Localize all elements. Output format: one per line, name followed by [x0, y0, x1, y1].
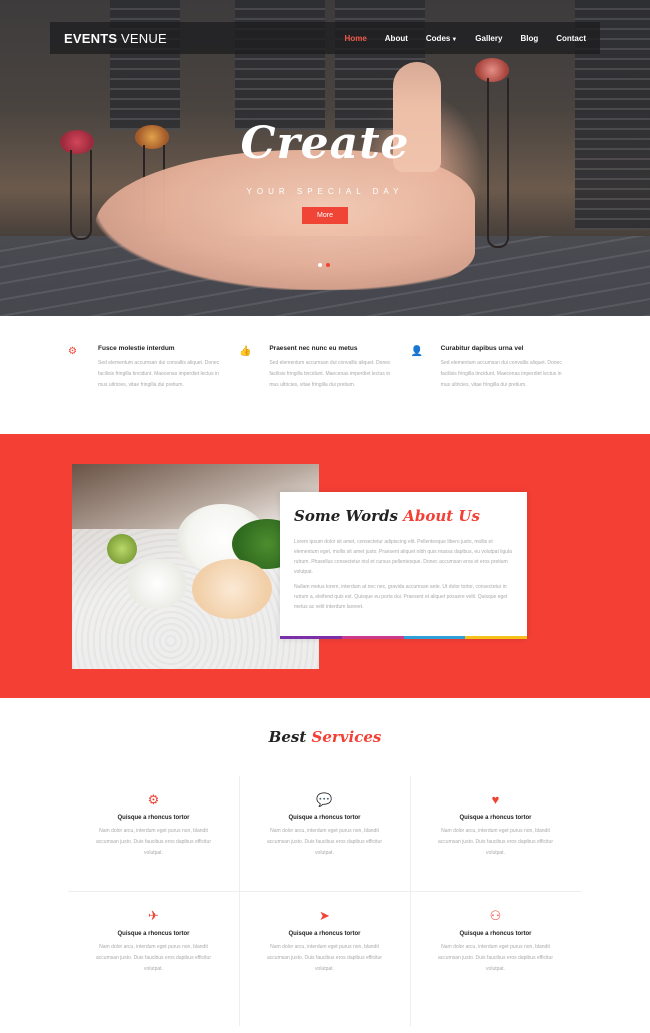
user-icon: 👤 — [410, 346, 424, 357]
service-text: Nam dolor arcu, interdum eget purus non,… — [96, 944, 211, 972]
slider-dot[interactable] — [318, 263, 322, 267]
service-title[interactable]: Quisque a rhoncus tortor — [239, 815, 410, 821]
service-text: Nam dolor arcu, interdum eget purus non,… — [438, 944, 553, 972]
caret-down-icon: ▼ — [451, 36, 458, 43]
plane-icon: ✈ — [148, 908, 159, 923]
comments-icon: 💬 — [316, 792, 333, 807]
service-text: Nam dolor arcu, interdum eget purus non,… — [96, 828, 211, 856]
feature-text: Sed elementum accumsan dui convallis ali… — [98, 360, 220, 388]
service-item: ⚇ Quisque a rhoncus tortor Nam dolor arc… — [410, 908, 581, 975]
service-item: 💬 Quisque a rhoncus tortor Nam dolor arc… — [239, 792, 410, 859]
heart-icon: ♥ — [491, 792, 500, 807]
service-title[interactable]: Quisque a rhoncus tortor — [68, 931, 239, 937]
binoculars-icon: ⚇ — [489, 908, 502, 923]
services-title: Best Services — [268, 728, 382, 746]
slider-dot-active[interactable] — [326, 263, 330, 267]
service-item: ✈ Quisque a rhoncus tortor Nam dolor arc… — [68, 908, 239, 975]
feature-title: Praesent nec nunc eu metus — [269, 345, 358, 352]
feature-title: Fusce molestie interdum — [98, 345, 175, 352]
service-title[interactable]: Quisque a rhoncus tortor — [410, 815, 581, 821]
gears-icon: ⚙ — [147, 792, 160, 807]
feature-item: 👤 Curabitur dapibus urna vel Sed element… — [411, 316, 582, 434]
service-title[interactable]: Quisque a rhoncus tortor — [239, 931, 410, 937]
thumbs-up-icon: 👍 — [239, 346, 252, 357]
feature-item: ⚙ Fusce molestie interdum Sed elementum … — [68, 316, 239, 434]
services-grid: ⚙ Quisque a rhoncus tortor Nam dolor arc… — [68, 776, 582, 1026]
paper-plane-icon: ➤ — [319, 908, 330, 923]
rainbow-bar — [280, 636, 527, 639]
slider-dots — [318, 263, 330, 267]
nav-item-blog[interactable]: Blog — [520, 34, 538, 43]
feature-text: Sed elementum accumsan dui convallis ali… — [440, 360, 562, 388]
about-paragraph: Lorem ipsum dolor sit amet, consectetur … — [294, 539, 512, 575]
service-title[interactable]: Quisque a rhoncus tortor — [68, 815, 239, 821]
bouquet-bud — [107, 534, 137, 564]
grid-divider — [68, 891, 582, 892]
bouquet-flower — [127, 559, 187, 609]
site-logo[interactable]: EVENTS VENUE — [64, 31, 167, 46]
about-title: Some Words About Us — [294, 507, 480, 525]
main-nav: Home About Codes▼ Gallery Blog Contact — [345, 34, 586, 43]
about-paragraph: Nullam metus lorem, interdum at nec nec,… — [294, 584, 508, 610]
nav-item-about[interactable]: About — [385, 34, 408, 43]
gear-icon: ⚙ — [68, 346, 77, 357]
nav-item-home[interactable]: Home — [345, 34, 367, 43]
nav-item-gallery[interactable]: Gallery — [475, 34, 502, 43]
top-navbar: EVENTS VENUE Home About Codes▼ Gallery B… — [50, 22, 600, 54]
feature-title: Curabitur dapibus urna vel — [440, 345, 524, 352]
service-text: Nam dolor arcu, interdum eget purus non,… — [267, 944, 382, 972]
about-card: Some Words About Us Lorem ipsum dolor si… — [280, 492, 527, 639]
service-item: ⚙ Quisque a rhoncus tortor Nam dolor arc… — [68, 792, 239, 859]
service-item: ➤ Quisque a rhoncus tortor Nam dolor arc… — [239, 908, 410, 975]
service-item: ♥ Quisque a rhoncus tortor Nam dolor arc… — [410, 792, 581, 859]
service-text: Nam dolor arcu, interdum eget purus non,… — [438, 828, 553, 856]
services-section: Best Services ⚙ Quisque a rhoncus tortor… — [0, 698, 650, 1033]
feature-text: Sed elementum accumsan dui convallis ali… — [269, 360, 391, 388]
nav-item-codes[interactable]: Codes▼ — [426, 34, 457, 43]
hero-subtitle: YOUR SPECIAL DAY — [246, 187, 404, 196]
service-title[interactable]: Quisque a rhoncus tortor — [410, 931, 581, 937]
bouquet-roses — [192, 559, 272, 619]
features-section: ⚙ Fusce molestie interdum Sed elementum … — [0, 316, 650, 434]
nav-item-contact[interactable]: Contact — [556, 34, 586, 43]
feature-item: 👍 Praesent nec nunc eu metus Sed element… — [239, 316, 410, 434]
hero-window — [235, 0, 325, 130]
hero-window — [110, 0, 180, 130]
hero-title: Create — [240, 118, 410, 169]
service-text: Nam dolor arcu, interdum eget purus non,… — [267, 828, 382, 856]
about-section: Some Words About Us Lorem ipsum dolor si… — [0, 434, 650, 698]
more-button[interactable]: More — [302, 207, 348, 224]
hero-banner: EVENTS VENUE Home About Codes▼ Gallery B… — [0, 0, 650, 316]
